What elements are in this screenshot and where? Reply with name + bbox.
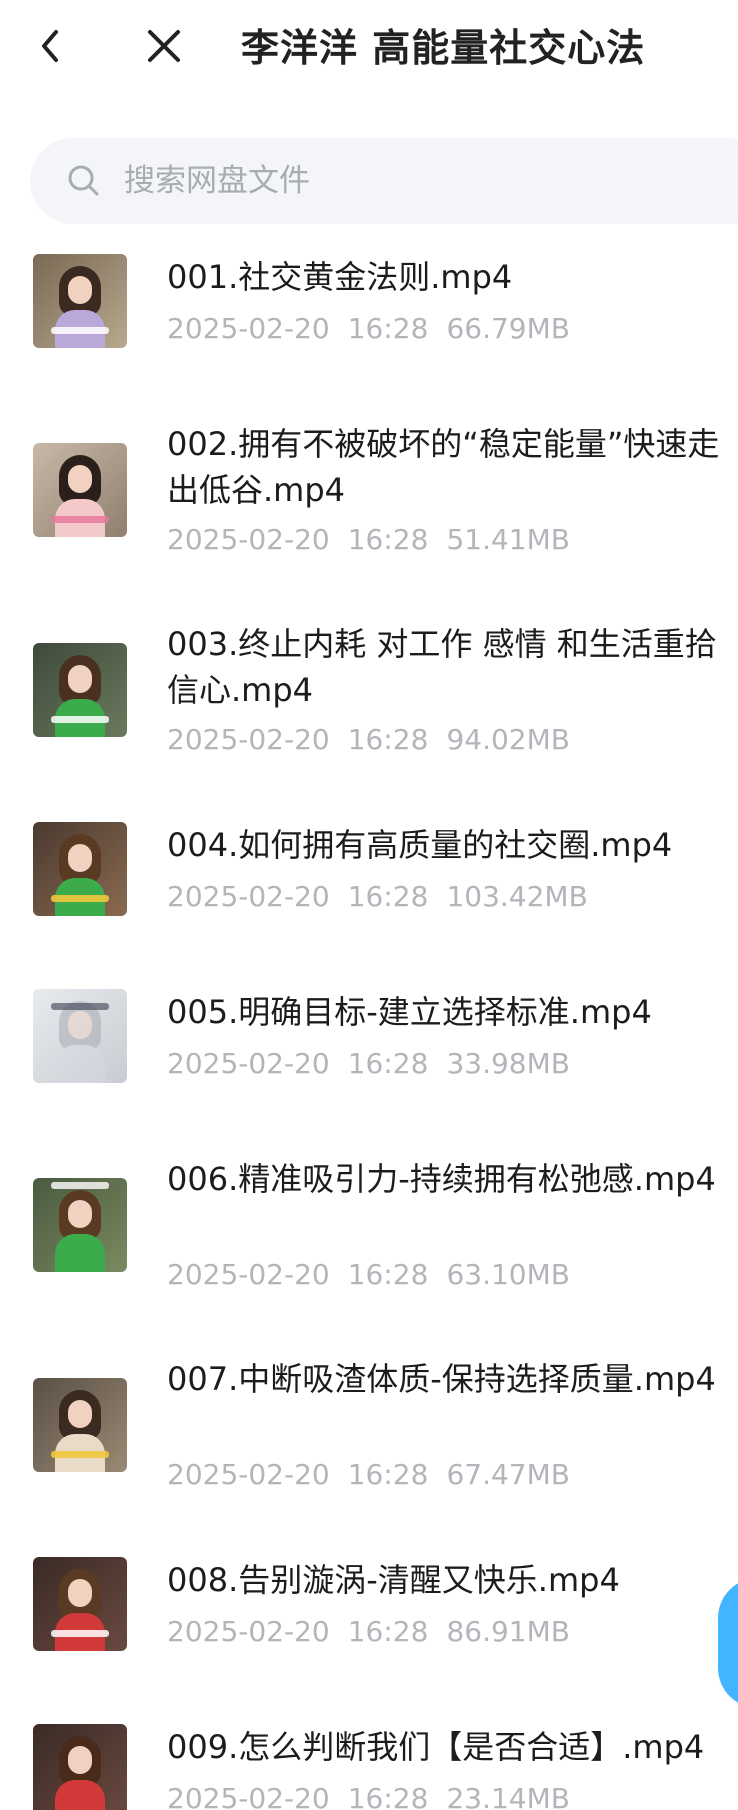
file-name: 007.中断吸渣体质-保持选择质量.mp4 bbox=[167, 1360, 716, 1398]
file-time: 16:28 bbox=[347, 880, 429, 913]
file-date: 2025-02-20 bbox=[167, 1458, 330, 1491]
file-meta: 2025-02-20 16:28 86.91MB bbox=[167, 1613, 727, 1651]
file-time: 16:28 bbox=[347, 1458, 429, 1491]
file-date: 2025-02-20 bbox=[167, 523, 330, 556]
file-time: 16:28 bbox=[347, 312, 429, 345]
file-date: 2025-02-20 bbox=[167, 723, 330, 756]
file-date: 2025-02-20 bbox=[167, 1258, 330, 1291]
file-date: 2025-02-20 bbox=[167, 312, 330, 345]
file-meta: 2025-02-20 16:28 94.02MB bbox=[167, 721, 727, 759]
video-thumbnail bbox=[33, 1378, 127, 1472]
file-time: 16:28 bbox=[347, 523, 429, 556]
video-thumbnail bbox=[33, 443, 127, 537]
file-date: 2025-02-20 bbox=[167, 1047, 330, 1080]
file-size: 103.42MB bbox=[446, 880, 588, 913]
video-thumbnail bbox=[33, 643, 127, 737]
file-browser-page: 李洋洋 高能量社交心法 001.社交黄金法则.mp4 2025-02-2016:… bbox=[0, 0, 738, 1810]
video-thumbnail bbox=[33, 822, 127, 916]
video-thumbnail bbox=[33, 1557, 127, 1651]
file-size: 63.10MB bbox=[446, 1258, 570, 1291]
file-size: 67.47MB bbox=[446, 1458, 570, 1491]
video-thumbnail bbox=[33, 254, 127, 348]
video-thumbnail bbox=[33, 1724, 127, 1810]
file-name: 002.拥有不被破坏的“稳定能量”快速走出低谷.mp4 bbox=[167, 425, 720, 509]
file-time: 16:28 bbox=[347, 1615, 429, 1648]
file-size: 51.41MB bbox=[446, 523, 570, 556]
file-date: 2025-02-20 bbox=[167, 1615, 330, 1648]
file-time: 16:28 bbox=[347, 1782, 429, 1810]
file-meta: 2025-02-20 16:28 66.79MB bbox=[167, 310, 727, 348]
file-size: 66.79MB bbox=[446, 312, 570, 345]
file-name: 009.怎么判断我们【是否合适】.mp4 bbox=[167, 1728, 705, 1766]
file-time: 16:28 bbox=[347, 1047, 429, 1080]
file-name: 006.精准吸引力-持续拥有松弛感.mp4 bbox=[167, 1160, 716, 1198]
file-name: 001.社交黄金法则.mp4 bbox=[167, 258, 513, 296]
file-size: 86.91MB bbox=[446, 1615, 570, 1648]
file-name: 005.明确目标-建立选择标准.mp4 bbox=[167, 993, 652, 1031]
file-meta: 2025-02-20 16:28 23.14MB bbox=[167, 1780, 727, 1810]
file-size: 23.14MB bbox=[446, 1782, 570, 1810]
file-meta: 2025-02-20 16:28 63.10MB bbox=[167, 1256, 727, 1294]
file-name: 008.告别漩涡-清醒又快乐.mp4 bbox=[167, 1561, 620, 1599]
file-list: 001.社交黄金法则.mp4 2025-02-20 16:28 66.79MB 00… bbox=[0, 0, 738, 1810]
file-meta: 2025-02-20 16:28 103.42MB bbox=[167, 878, 727, 916]
file-meta: 2025-02-20 16:28 51.41MB bbox=[167, 521, 727, 559]
file-time: 16:28 bbox=[347, 723, 429, 756]
file-size: 94.02MB bbox=[446, 723, 570, 756]
file-meta: 2025-02-20 16:28 67.47MB bbox=[167, 1456, 727, 1494]
file-size: 33.98MB bbox=[446, 1047, 570, 1080]
video-thumbnail bbox=[33, 989, 127, 1083]
video-thumbnail bbox=[33, 1178, 127, 1272]
file-date: 2025-02-20 bbox=[167, 1782, 330, 1810]
file-name: 004.如何拥有高质量的社交圈.mp4 bbox=[167, 826, 673, 864]
file-date: 2025-02-20 bbox=[167, 880, 330, 913]
file-name: 003.终止内耗 对工作 感情 和生活重拾信心.mp4 bbox=[167, 625, 717, 709]
file-time: 16:28 bbox=[347, 1258, 429, 1291]
file-meta: 2025-02-20 16:28 33.98MB bbox=[167, 1045, 727, 1083]
